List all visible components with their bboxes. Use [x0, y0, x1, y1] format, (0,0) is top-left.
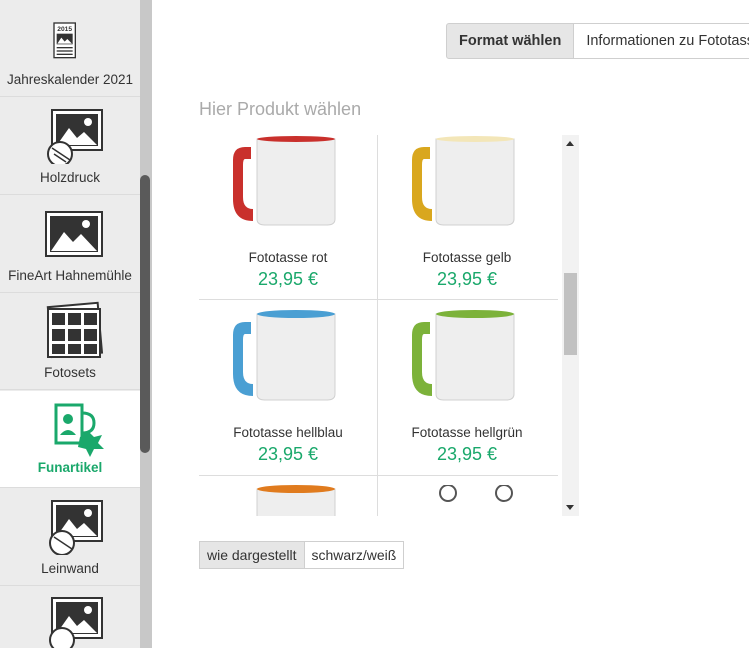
scrollbar-thumb[interactable]	[564, 273, 577, 355]
product-price: 23,95 €	[436, 444, 498, 464]
sidebar-item-label: Jahreskalender 2021	[6, 72, 134, 87]
wood-print-icon	[47, 109, 103, 164]
mug-gift-icon	[54, 403, 104, 457]
product-name: Fototasse hellblau	[233, 425, 343, 440]
mug-image	[256, 485, 336, 516]
sidebar-item-label: Holzdruck	[39, 170, 101, 185]
product-card-5[interactable]	[378, 485, 556, 516]
sidebar: 2015 Jahreskalender 2021 Holzdruck FineA	[0, 0, 152, 648]
sidebar-item-fineart[interactable]: FineArt Hahnemühle	[0, 196, 140, 293]
sidebar-scrollbar-thumb[interactable]	[140, 175, 150, 453]
calendar-icon: 2015	[53, 22, 76, 59]
mug-image	[412, 310, 515, 401]
color-mode-toggle: wie dargestellt schwarz/weiß	[199, 541, 405, 569]
calendar-year-label: 2015	[57, 26, 72, 33]
product-name: Fototasse rot	[248, 250, 328, 265]
mug-image	[233, 136, 336, 226]
sidebar-item-fotosets[interactable]: Fotosets	[0, 293, 140, 390]
product-name: Fototasse hellgrün	[411, 425, 523, 440]
product-price: 23,95 €	[436, 269, 498, 289]
sidebar-item-leinwand[interactable]: Leinwand	[0, 489, 140, 586]
sidebar-item-label: Fotosets	[44, 365, 96, 380]
mug-image	[233, 310, 336, 401]
product-card-0[interactable]: Fototasse rot 23,95 €	[199, 135, 377, 310]
product-card-3[interactable]: Fototasse hellgrün 23,95 €	[378, 310, 556, 485]
sidebar-item-label: FineArt Hahnemühle	[8, 268, 132, 283]
canvas-icon	[49, 500, 103, 555]
keychain-image	[439, 485, 513, 502]
sidebar-item-print-stack[interactable]	[0, 586, 140, 648]
sidebar-item-funartikel[interactable]: Funartikel	[0, 391, 140, 488]
product-card-2[interactable]: Fototasse hellblau 23,95 €	[199, 310, 377, 485]
sidebar-item-label: Funartikel	[37, 460, 103, 475]
page-heading: Hier Produkt wählen	[199, 99, 362, 119]
product-grid-scrollbar[interactable]	[562, 135, 579, 516]
tab-format-waehlen[interactable]: Format wählen	[446, 23, 575, 59]
sidebar-item-jahreskalender[interactable]: 2015 Jahreskalender 2021	[0, 0, 140, 97]
top-tabs: Format wählen Informationen zu Fototasse…	[446, 23, 749, 59]
sidebar-item-holzdruck[interactable]: Holzdruck	[0, 98, 140, 195]
mug-image	[412, 136, 515, 226]
option-schwarz-weiss[interactable]: schwarz/weiß	[304, 541, 405, 569]
scroll-down-arrow-icon[interactable]	[566, 505, 574, 510]
product-grid: Fototasse rot 23,95 € Fototasse gelb 23,…	[199, 135, 559, 516]
scroll-up-arrow-icon[interactable]	[566, 141, 574, 146]
product-price: 23,95 €	[257, 444, 319, 464]
product-card-4[interactable]	[199, 485, 377, 516]
product-name: Fototasse gelb	[422, 250, 512, 265]
sidebar-item-label: Leinwand	[41, 561, 99, 576]
fineart-print-icon	[45, 211, 103, 257]
product-price: 23,95 €	[257, 269, 319, 289]
photo-set-icon	[46, 301, 104, 359]
product-card-1[interactable]: Fototasse gelb 23,95 €	[378, 135, 556, 310]
option-wie-dargestellt[interactable]: wie dargestellt	[199, 541, 305, 569]
tab-informationen[interactable]: Informationen zu Fototassen	[574, 23, 749, 59]
print-stack-icon	[49, 597, 103, 648]
